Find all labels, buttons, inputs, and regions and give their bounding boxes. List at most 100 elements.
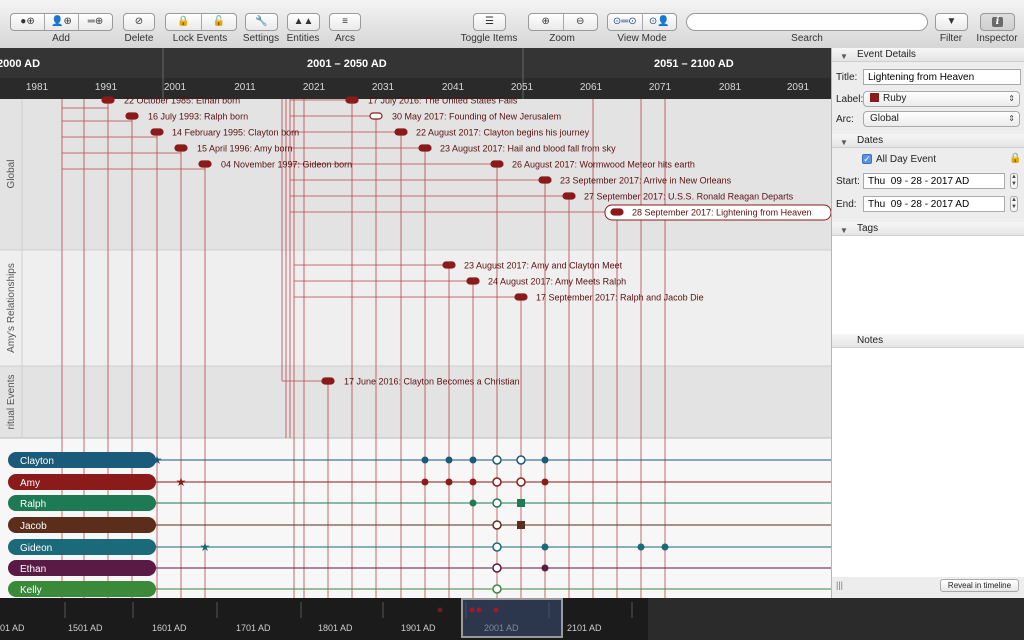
timeline-view[interactable]: 2000 AD 2001 – 2050 AD 2051 – 2100 AD 19… (0, 48, 831, 598)
view-events-icon: ⊙═⊙ (612, 16, 637, 27)
ruler-year-label: 2071 (649, 82, 672, 93)
search-input[interactable] (686, 13, 928, 31)
reveal-in-timeline-button[interactable]: Reveal in timeline (940, 579, 1019, 592)
entity-event-dot (469, 478, 477, 486)
filter-button[interactable]: ▼ (935, 13, 968, 31)
event-marker[interactable] (101, 96, 115, 104)
entity-event-dot (469, 456, 477, 464)
overview-century-label: 1801 AD (318, 623, 353, 633)
event-marker[interactable] (514, 293, 528, 301)
event-marker[interactable] (198, 160, 212, 168)
all-day-checkbox[interactable]: ✓ (862, 154, 872, 164)
arc-popup[interactable]: Global ⇕ (863, 111, 1020, 127)
tags-header[interactable]: ▼ Tags (832, 222, 1024, 236)
lane-label: Global (6, 160, 17, 189)
view-mode-label: View Mode (617, 33, 667, 44)
event-label: 04 November 1997: Gideon born (221, 160, 352, 170)
delete-button[interactable]: ⊘ (123, 13, 155, 31)
end-date-stepper[interactable]: ▲ ▼ (1010, 196, 1018, 212)
add-arc-button[interactable]: ═⊕ (79, 14, 112, 30)
event-marker[interactable] (466, 277, 480, 285)
entity-event-ring (516, 477, 526, 487)
label-popup[interactable]: Ruby ⇕ (863, 91, 1020, 107)
chevron-updown-icon: ⇕ (1008, 94, 1015, 103)
toggle-items-button[interactable]: ☰ (473, 13, 506, 31)
lock-button[interactable]: 🔒 (166, 14, 202, 30)
toolbar: ●⊕ 👤⊕ ═⊕ Add ⊘ Delete 🔒 🔓 Lock Events 🔧 … (0, 0, 1024, 49)
inspector-button[interactable]: i (980, 13, 1015, 31)
event-marker[interactable] (610, 208, 624, 216)
zoom-segmented-control: ⊕ ⊖ (528, 13, 598, 31)
lane-label: Amy's Relationships (6, 263, 17, 353)
event-marker[interactable] (538, 176, 552, 184)
search-label: Search (791, 33, 823, 44)
entity-event-dot (421, 478, 429, 486)
zoom-out-button[interactable]: ⊖ (564, 14, 598, 30)
lock-events-label: Lock Events (172, 33, 228, 44)
entity-event-dot (637, 543, 645, 551)
add-entity-button[interactable]: 👤⊕ (45, 14, 79, 30)
wrench-icon: 🔧 (255, 16, 268, 27)
event-marker[interactable] (150, 128, 164, 136)
arc-field-label: Arc: (836, 114, 854, 125)
tags-area[interactable] (832, 236, 1024, 334)
end-date-field[interactable] (863, 196, 1005, 212)
entity-event-square (517, 521, 525, 529)
start-date-field[interactable] (863, 173, 1005, 189)
add-label: Add (52, 33, 70, 44)
add-arc-icon: ═⊕ (87, 16, 104, 27)
label-color-swatch (870, 93, 879, 102)
event-label: 23 August 2017: Amy and Clayton Meet (464, 261, 623, 271)
event-marker[interactable] (418, 144, 432, 152)
event-marker[interactable] (125, 112, 139, 120)
view-mode-entities-button[interactable]: ⊙👤 (643, 14, 677, 30)
entity-event-dot (661, 543, 669, 551)
chevron-updown-icon: ⇕ (1008, 114, 1015, 123)
add-segmented-control: ●⊕ 👤⊕ ═⊕ (10, 13, 113, 31)
entity-name: Kelly (20, 585, 42, 596)
event-label: 22 August 2017: Clayton begins his journ… (416, 128, 590, 138)
entity-name: Clayton (20, 456, 54, 467)
overview-canvas: 01 AD 1501 AD 1601 AD 1701 AD 1801 AD 1901 AD… (0, 598, 1024, 640)
event-details-header[interactable]: ▼ Event Details (832, 48, 1024, 62)
view-mode-events-button[interactable]: ⊙═⊙ (608, 14, 643, 30)
event-label: 17 July 2016: The United States Falls (368, 96, 518, 106)
entities-label: Entities (286, 33, 320, 44)
start-label: Start: (836, 176, 860, 187)
title-field[interactable] (863, 69, 1021, 85)
event-label: 15 April 1996: Amy born (197, 144, 293, 154)
lock-icon[interactable]: 🔒 (1009, 153, 1021, 164)
event-marker[interactable] (369, 112, 383, 120)
disclosure-triangle-icon: ▼ (840, 52, 848, 61)
event-marker[interactable] (321, 377, 335, 385)
overview-bar[interactable]: 01 AD 1501 AD 1601 AD 1701 AD 1801 AD 1901 AD… (0, 598, 1024, 640)
info-icon: i (991, 17, 1004, 27)
event-marker[interactable] (345, 96, 359, 104)
event-marker[interactable] (562, 192, 576, 200)
settings-button[interactable]: 🔧 (245, 13, 278, 31)
arcs-icon: ≡ (342, 16, 348, 27)
overview-visible-window[interactable] (461, 598, 563, 638)
zoom-in-button[interactable]: ⊕ (529, 14, 564, 30)
add-event-button[interactable]: ●⊕ (11, 14, 45, 30)
unlock-button[interactable]: 🔓 (202, 14, 237, 30)
event-marker[interactable] (490, 160, 504, 168)
event-label: 23 August 2017: Hail and blood fall from… (440, 144, 616, 154)
dates-header[interactable]: ▼ Dates (832, 134, 1024, 148)
event-marker[interactable] (394, 128, 408, 136)
entity-name: Amy (20, 478, 40, 489)
overview-century-label: 1701 AD (236, 623, 271, 633)
start-date-stepper[interactable]: ▲ ▼ (1010, 173, 1018, 189)
zoom-label: Zoom (549, 33, 575, 44)
entity-event-dot (541, 543, 549, 551)
event-marker[interactable] (174, 144, 188, 152)
entity-event-ring (492, 542, 502, 552)
entities-button[interactable]: ▲▲ (287, 13, 320, 31)
event-marker[interactable] (442, 261, 456, 269)
entity-event-dot (421, 456, 429, 464)
entity-event-ring (516, 455, 526, 465)
resize-handle-icon[interactable]: ||| (836, 580, 843, 590)
arcs-button[interactable]: ≡ (329, 13, 361, 31)
lane-label: ritual Events (6, 374, 17, 429)
notes-area[interactable] (832, 348, 1024, 577)
